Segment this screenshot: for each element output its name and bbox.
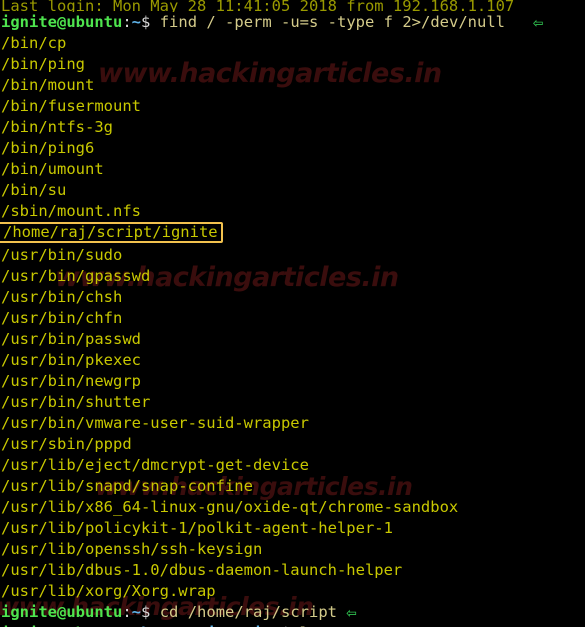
- find-output-row: /bin/cp: [0, 33, 585, 54]
- find-output-path: /usr/bin/pkexec: [1, 351, 141, 369]
- find-output-row: /usr/bin/newgrp: [0, 371, 585, 392]
- find-output-row: /usr/bin/passwd: [0, 329, 585, 350]
- find-output-row: /usr/lib/xorg/Xorg.wrap: [0, 581, 585, 602]
- find-output-row: /usr/lib/eject/dmcrypt-get-device: [0, 455, 585, 476]
- typed-command: cd /home/raj/script: [159, 603, 338, 621]
- find-output-row: /bin/ping6: [0, 138, 585, 159]
- find-output-path: /bin/su: [1, 181, 67, 199]
- find-output-row: /usr/sbin/pppd: [0, 434, 585, 455]
- find-output-path: /usr/bin/chfn: [1, 309, 123, 327]
- find-output-path: /bin/ping6: [1, 139, 95, 157]
- find-output-row: /usr/lib/policykit-1/polkit-agent-helper…: [0, 518, 585, 539]
- find-output-path: /usr/bin/vmware-user-suid-wrapper: [1, 414, 309, 432]
- find-output-path: /usr/bin/newgrp: [1, 372, 141, 390]
- find-output-row: /sbin/mount.nfs: [0, 201, 585, 222]
- command-line-ls: ignite@ubuntu:/home/raj/script$ ls ⇦: [0, 623, 585, 627]
- find-output-path: /usr/bin/shutter: [1, 393, 151, 411]
- prompt-path: ~: [131, 13, 142, 31]
- prompt-dollar: $: [141, 13, 151, 31]
- prompt-separator: :: [122, 13, 132, 31]
- prompt-path: ~: [131, 603, 142, 621]
- find-output-row: /usr/bin/shutter: [0, 392, 585, 413]
- find-output-path: /usr/lib/dbus-1.0/dbus-daemon-launch-hel…: [1, 561, 403, 579]
- left-arrow-icon: ⇦: [346, 603, 357, 623]
- find-output-path: /usr/bin/passwd: [1, 330, 141, 348]
- find-output-row: /bin/fusermount: [0, 96, 585, 117]
- find-output-path: /usr/bin/chsh: [1, 288, 123, 306]
- find-output-path: /bin/fusermount: [1, 97, 141, 115]
- find-output-row: /bin/umount: [0, 159, 585, 180]
- prompt-user-host: ignite@ubuntu: [1, 603, 123, 621]
- find-output-row: /usr/bin/pkexec: [0, 350, 585, 371]
- find-output-path: /bin/umount: [1, 160, 104, 178]
- terminal-window[interactable]: www.hackingarticles.in www.hackingarticl…: [0, 0, 585, 627]
- find-output-row: /bin/su: [0, 180, 585, 201]
- find-output-path: /bin/ping: [1, 55, 85, 73]
- find-output-path: /usr/lib/snapd/snap-confine: [1, 477, 253, 495]
- prompt-dollar: $: [141, 603, 151, 621]
- find-output-path: /usr/lib/eject/dmcrypt-get-device: [1, 456, 309, 474]
- find-output-row: /usr/lib/x86_64-linux-gnu/oxide-qt/chrom…: [0, 497, 585, 518]
- find-output-path: /usr/lib/xorg/Xorg.wrap: [1, 582, 216, 600]
- find-output-path: /usr/bin/sudo: [1, 246, 123, 264]
- prompt-user-host: ignite@ubuntu: [1, 13, 123, 31]
- find-output-row: /bin/mount: [0, 75, 585, 96]
- command-line-find: ignite@ubuntu:~$ find / -perm -u=s -type…: [0, 12, 585, 33]
- find-output-row: /bin/ping: [0, 54, 585, 75]
- find-output-row: /usr/bin/chsh: [0, 287, 585, 308]
- terminal-output-area[interactable]: Last login: Mon May 28 11:41:05 2018 fro…: [0, 0, 585, 627]
- find-output-path: /usr/lib/x86_64-linux-gnu/oxide-qt/chrom…: [1, 498, 459, 516]
- find-output-path: /usr/bin/gpasswd: [1, 267, 151, 285]
- find-output-path: /usr/sbin/pppd: [1, 435, 132, 453]
- find-output-path: /bin/ntfs-3g: [1, 118, 113, 136]
- prompt-separator: :: [122, 603, 132, 621]
- find-output-path: /usr/lib/openssh/ssh-keysign: [1, 540, 263, 558]
- find-output-row: /usr/bin/vmware-user-suid-wrapper: [0, 413, 585, 434]
- find-output-path: /sbin/mount.nfs: [1, 202, 141, 220]
- find-output-row: /usr/lib/dbus-1.0/dbus-daemon-launch-hel…: [0, 560, 585, 581]
- highlighted-find-result: /home/raj/script/ignite: [0, 222, 223, 243]
- find-output-list: /bin/cp/bin/ping/bin/mount/bin/fusermoun…: [0, 33, 585, 602]
- find-output-row: /usr/bin/chfn: [0, 308, 585, 329]
- find-output-row: /usr/lib/openssh/ssh-keysign: [0, 539, 585, 560]
- find-output-row: /usr/lib/snapd/snap-confine: [0, 476, 585, 497]
- command-line-cd: ignite@ubuntu:~$ cd /home/raj/script ⇦: [0, 602, 585, 623]
- find-output-row: /home/raj/script/ignite: [0, 222, 585, 245]
- find-output-path: /bin/mount: [1, 76, 95, 94]
- find-output-path: /usr/lib/policykit-1/polkit-agent-helper…: [1, 519, 393, 537]
- login-banner-text: Last login: Mon May 28 11:41:05 2018 fro…: [1, 0, 515, 12]
- find-output-row: /usr/bin/gpasswd: [0, 266, 585, 287]
- left-arrow-icon: ⇦: [532, 13, 544, 33]
- typed-command: find / -perm -u=s -type f 2>/dev/null: [159, 13, 505, 31]
- find-output-row: /bin/ntfs-3g: [0, 117, 585, 138]
- login-banner-line: Last login: Mon May 28 11:41:05 2018 fro…: [0, 0, 585, 12]
- find-output-path: /bin/cp: [1, 34, 67, 52]
- find-output-row: /usr/bin/sudo: [0, 245, 585, 266]
